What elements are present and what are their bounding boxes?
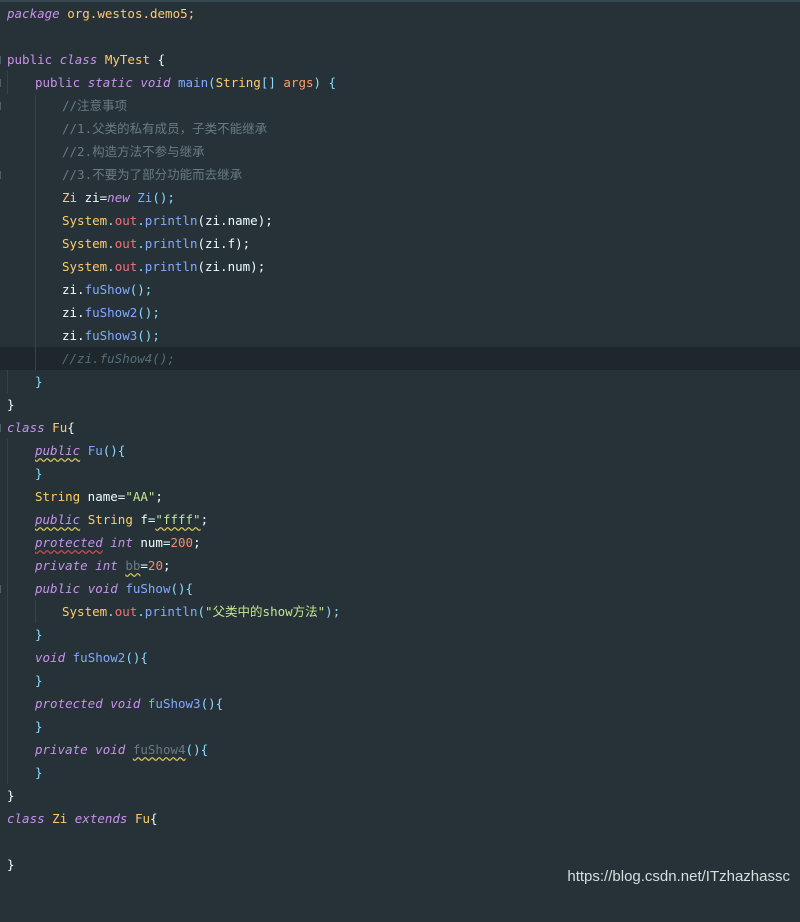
code-line-10[interactable]: System.out.println(zi.name);	[0, 209, 800, 232]
code-line-17[interactable]: }	[0, 370, 800, 393]
code-line-20[interactable]: public Fu(){	[0, 439, 800, 462]
code-line-5[interactable]: //注意事项	[0, 94, 800, 117]
fold-marker-icon[interactable]	[0, 585, 4, 593]
package-name: org.westos.demo5;	[59, 6, 196, 21]
keyword-public: public	[7, 52, 53, 67]
fold-marker-icon[interactable]	[0, 171, 4, 179]
code-editor[interactable]: package org.westos.demo5; public class M…	[0, 2, 800, 895]
indent-guide	[7, 71, 8, 94]
code-line-34[interactable]: }	[0, 761, 800, 784]
code-line-8[interactable]: //3.不要为了部分功能而去继承	[0, 163, 800, 186]
code-line-30[interactable]: }	[0, 669, 800, 692]
code-line-35[interactable]: }	[0, 784, 800, 807]
code-line-11[interactable]: System.out.println(zi.f);	[0, 232, 800, 255]
code-line-26[interactable]: public void fuShow(){	[0, 577, 800, 600]
code-line-14[interactable]: zi.fuShow2();	[0, 301, 800, 324]
comment: //注意事项	[62, 98, 128, 113]
keyword-class: class	[59, 52, 98, 67]
class-name-fu: Fu	[52, 420, 68, 435]
code-line-19[interactable]: class Fu{	[0, 416, 800, 439]
code-line-9[interactable]: Zi zi=new Zi();	[0, 186, 800, 209]
code-line-37[interactable]	[0, 830, 800, 853]
code-line-2[interactable]	[0, 25, 800, 48]
comment: //1.父类的私有成员，子类不能继承	[62, 121, 268, 136]
fold-marker-icon[interactable]	[0, 56, 4, 64]
code-line-4[interactable]: public static void main(String[] args) {	[0, 71, 800, 94]
method-main: main	[178, 75, 209, 90]
code-line-12[interactable]: System.out.println(zi.num);	[0, 255, 800, 278]
code-line-21[interactable]: }	[0, 462, 800, 485]
code-line-3[interactable]: public class MyTest {	[0, 48, 800, 71]
code-line-33[interactable]: private void fuShow4(){	[0, 738, 800, 761]
code-line-25[interactable]: private int bb=20;	[0, 554, 800, 577]
fold-marker-icon[interactable]	[0, 79, 4, 87]
fold-marker-icon[interactable]	[0, 424, 4, 432]
code-line-1[interactable]: package org.westos.demo5;	[0, 2, 800, 25]
code-line-23[interactable]: public String f="ffff";	[0, 508, 800, 531]
code-line-27[interactable]: System.out.println("父类中的show方法");	[0, 600, 800, 623]
code-line-36[interactable]: class Zi extends Fu{	[0, 807, 800, 830]
code-line-32[interactable]: }	[0, 715, 800, 738]
code-line-31[interactable]: protected void fuShow3(){	[0, 692, 800, 715]
comment: //2.构造方法不参与继承	[62, 144, 205, 159]
code-line-29[interactable]: void fuShow2(){	[0, 646, 800, 669]
code-line-24[interactable]: protected int num=200;	[0, 531, 800, 554]
comment: //zi.fuShow4();	[62, 351, 175, 366]
code-line-7[interactable]: //2.构造方法不参与继承	[0, 140, 800, 163]
code-line-28[interactable]: }	[0, 623, 800, 646]
code-line-6[interactable]: //1.父类的私有成员，子类不能继承	[0, 117, 800, 140]
code-line-15[interactable]: zi.fuShow3();	[0, 324, 800, 347]
fold-marker-icon[interactable]	[0, 102, 4, 110]
code-line-16-current[interactable]: //zi.fuShow4();	[0, 347, 800, 370]
class-name-zi: Zi	[52, 811, 68, 826]
code-line-22[interactable]: String name="AA";	[0, 485, 800, 508]
watermark-text: https://blog.csdn.net/ITzhazhassc	[567, 868, 790, 885]
code-line-18[interactable]: }	[0, 393, 800, 416]
class-name-mytest: MyTest	[104, 52, 151, 67]
code-line-13[interactable]: zi.fuShow();	[0, 278, 800, 301]
keyword-package: package	[7, 6, 60, 21]
comment: //3.不要为了部分功能而去继承	[62, 167, 243, 182]
